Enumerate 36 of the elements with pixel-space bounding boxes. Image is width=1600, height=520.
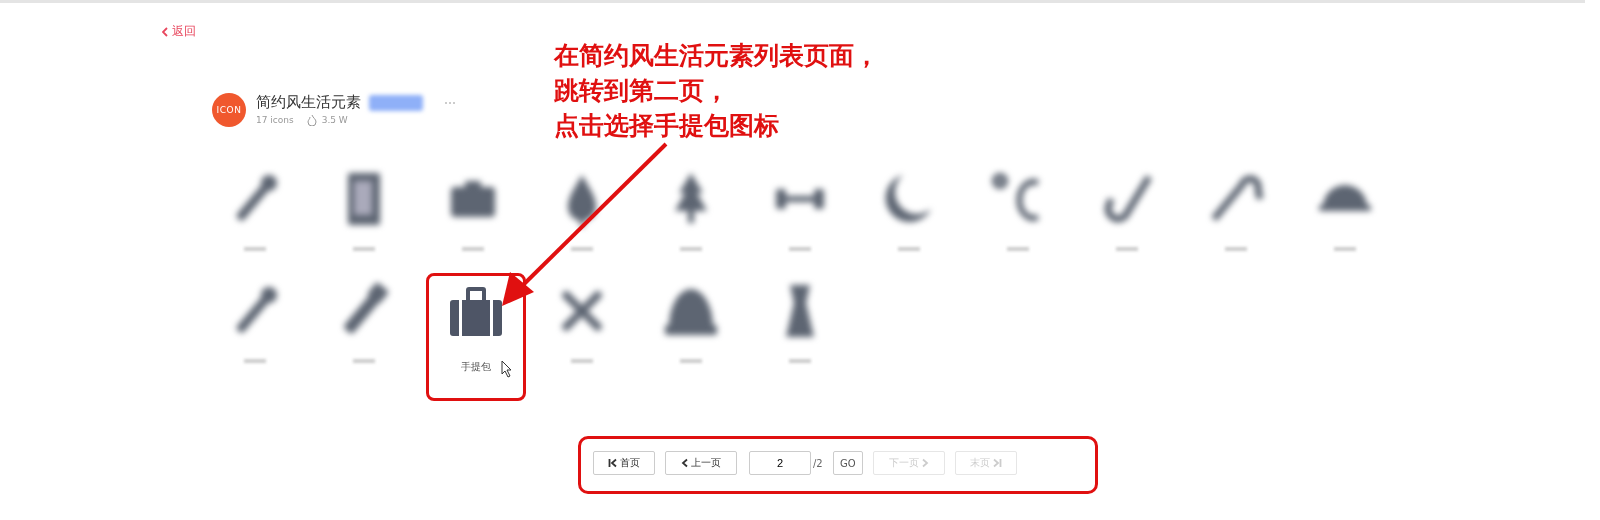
icon-label: 手提包 <box>461 359 491 374</box>
blurred-tag <box>369 94 423 111</box>
blurred-label <box>679 358 702 363</box>
blurred-label <box>570 246 593 251</box>
blurred-label <box>352 358 375 363</box>
blurred-label <box>243 358 266 363</box>
annotation-text: 在简约风生活元素列表页面， 跳转到第二页， 点击选择手提包图标 <box>554 40 879 142</box>
blurred-label <box>1224 246 1247 251</box>
first-page-button[interactable]: 首页 <box>593 451 655 475</box>
blurred-label <box>461 246 484 251</box>
blurred-label <box>570 358 593 363</box>
last-page-icon <box>991 458 1002 468</box>
chevron-right-icon <box>920 458 929 468</box>
blurred-label <box>1333 246 1356 251</box>
blurred-label <box>679 246 702 251</box>
blurred-label <box>1115 246 1138 251</box>
previous-page-button[interactable]: 上一页 <box>665 451 737 475</box>
blurred-label <box>897 246 920 251</box>
page-total: /2 <box>813 457 823 469</box>
icon-count: 17 icons <box>256 115 294 125</box>
chevron-left-icon <box>162 26 168 37</box>
go-button[interactable]: GO <box>832 451 863 475</box>
selected-icon-card[interactable]: 手提包 <box>426 272 526 401</box>
collection-logo: ICON <box>212 92 246 127</box>
blurred-label <box>788 358 811 363</box>
blurred-label <box>788 246 811 251</box>
first-page-icon <box>608 458 618 468</box>
chevron-left-icon <box>681 458 689 468</box>
back-link[interactable]: 返回 <box>162 23 196 40</box>
blurred-label <box>1006 246 1029 251</box>
collection-title: 简约风生活元素 <box>256 93 361 112</box>
cursor-icon <box>501 359 513 378</box>
blurred-label <box>243 246 266 251</box>
blurred-label <box>352 246 375 251</box>
page-input[interactable]: 2 <box>749 451 811 475</box>
view-count: 3.5 W <box>321 115 348 125</box>
